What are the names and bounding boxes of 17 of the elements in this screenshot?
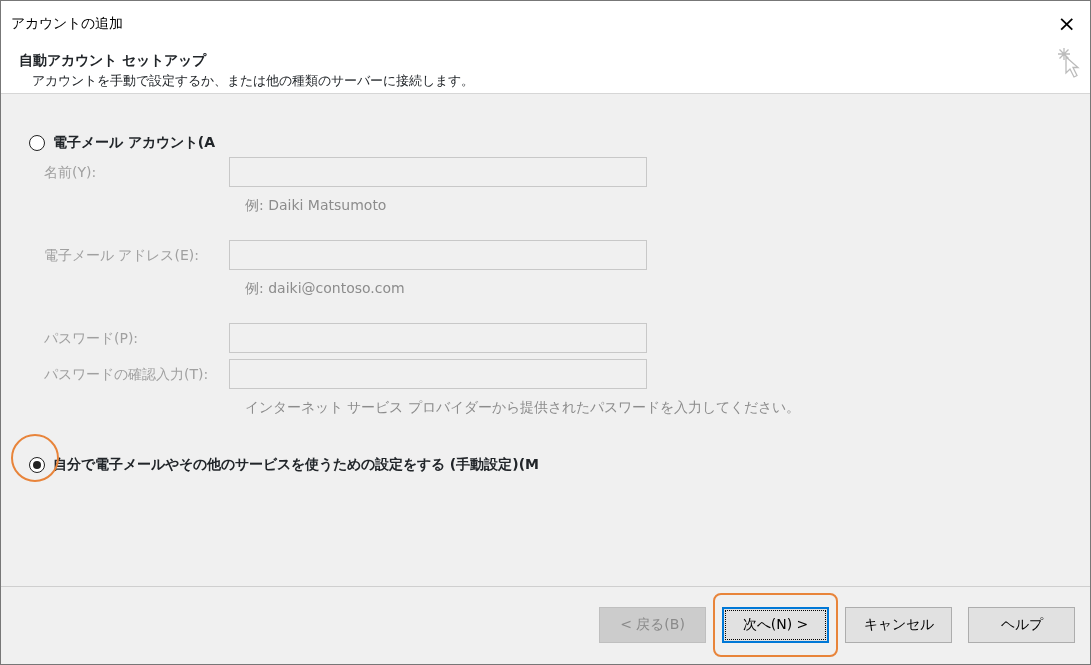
field-label: 電子メール アドレス(E): [44,245,200,265]
header-subtitle: アカウントを手動で設定するか、または他の種類のサーバーに接続します。 [31,72,474,90]
dialog-button[interactable]: キャンセル [845,606,952,643]
window-title: アカウントの追加 [11,14,123,33]
field-label: パスワードの確認入力(T): [44,364,210,384]
hint-text: 例: daiki@contoso.com [245,279,406,298]
hint-text: 例: Daiki Matsumoto [245,196,388,215]
field-label: 名前(Y): [44,162,98,182]
hint-text: インターネット サービス プロバイダーから提供されたパスワードを入力してください。 [245,398,801,417]
dialog-button[interactable]: ヘルプ [968,606,1075,643]
radio-label: 電子メール アカウント(A [53,133,216,152]
radio-button[interactable] [29,134,45,151]
field-label: パスワード(P): [44,328,140,348]
close-button[interactable]: × [1053,12,1080,35]
header-title: 自動アカウント セットアップ [19,51,208,70]
radio-button[interactable] [29,456,45,473]
dialog-button[interactable]: 次へ(N) > [722,606,829,643]
